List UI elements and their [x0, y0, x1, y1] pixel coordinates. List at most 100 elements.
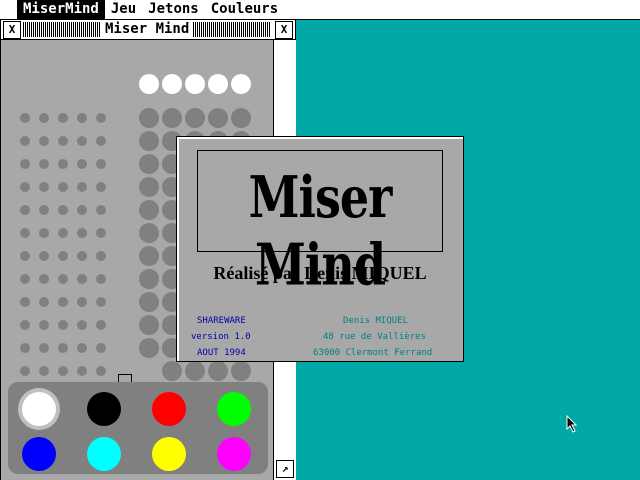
menu-couleurs[interactable]: Couleurs [205, 0, 284, 19]
score-hole [58, 343, 68, 353]
score-hole [39, 251, 49, 261]
guess-hole[interactable] [231, 361, 251, 381]
guess-hole[interactable] [139, 177, 159, 197]
score-hole [77, 343, 87, 353]
guess-hole[interactable] [139, 338, 159, 358]
date-label: AOUT 1994 [197, 348, 246, 358]
score-hole [58, 251, 68, 261]
score-hole [96, 274, 106, 284]
score-hole [58, 228, 68, 238]
score-hole [20, 274, 30, 284]
guess-hole[interactable] [162, 361, 182, 381]
score-hole [39, 113, 49, 123]
secret-peg [208, 74, 228, 94]
score-hole [77, 251, 87, 261]
score-hole [96, 228, 106, 238]
secret-peg [231, 74, 251, 94]
color-peg-icon[interactable] [87, 437, 121, 471]
guess-hole[interactable] [139, 292, 159, 312]
guess-hole[interactable] [139, 223, 159, 243]
score-hole [77, 366, 87, 376]
score-hole [77, 136, 87, 146]
about-dialog[interactable]: Miser Mind Réalisé par Denis MIQUEL SHAR… [176, 136, 464, 362]
score-hole [20, 251, 30, 261]
guess-hole[interactable] [139, 269, 159, 289]
window-titlebar[interactable]: X Miser Mind X [1, 20, 295, 40]
score-hole [58, 113, 68, 123]
color-peg-icon[interactable] [152, 392, 186, 426]
score-hole [77, 297, 87, 307]
score-hole [96, 366, 106, 376]
score-hole [20, 113, 30, 123]
score-hole [96, 320, 106, 330]
logo-box: Miser Mind [197, 150, 443, 298]
guess-hole[interactable] [208, 361, 228, 381]
score-hole [58, 297, 68, 307]
score-hole [77, 274, 87, 284]
score-hole [77, 320, 87, 330]
score-hole [39, 228, 49, 238]
guess-hole[interactable] [139, 108, 159, 128]
window-title: Miser Mind [101, 21, 194, 38]
score-hole [77, 205, 87, 215]
color-palette [8, 382, 268, 474]
score-hole [39, 182, 49, 192]
score-hole [39, 297, 49, 307]
menu-bar: MiserMind Jeu Jetons Couleurs [0, 0, 640, 20]
score-hole [77, 182, 87, 192]
guess-hole[interactable] [139, 200, 159, 220]
score-hole [20, 182, 30, 192]
score-hole [39, 274, 49, 284]
guess-hole[interactable] [139, 315, 159, 335]
guess-hole[interactable] [139, 246, 159, 266]
score-hole [58, 159, 68, 169]
score-hole [96, 136, 106, 146]
guess-hole[interactable] [185, 108, 205, 128]
score-hole [39, 320, 49, 330]
color-peg-icon[interactable] [152, 437, 186, 471]
close-box-icon[interactable]: X [3, 21, 21, 39]
score-hole [39, 366, 49, 376]
color-peg-icon[interactable] [87, 392, 121, 426]
menu-jetons[interactable]: Jetons [142, 0, 205, 19]
score-hole [20, 136, 30, 146]
menu-misermind[interactable]: MiserMind [17, 0, 105, 19]
version-label: version 1.0 [191, 332, 251, 342]
author-city: 63000 Clermont Ferrand [313, 348, 433, 358]
guess-hole[interactable] [139, 131, 159, 151]
color-peg-icon[interactable] [217, 437, 251, 471]
score-hole [96, 159, 106, 169]
score-hole [20, 320, 30, 330]
color-peg-icon[interactable] [22, 392, 56, 426]
score-hole [96, 182, 106, 192]
score-hole [77, 113, 87, 123]
secret-peg [162, 74, 182, 94]
score-hole [96, 251, 106, 261]
score-hole [96, 297, 106, 307]
score-hole [20, 205, 30, 215]
author-credit: Réalisé par Denis MIQUEL [213, 263, 427, 283]
score-hole [20, 228, 30, 238]
guess-hole[interactable] [162, 108, 182, 128]
guess-hole[interactable] [139, 154, 159, 174]
score-hole [39, 136, 49, 146]
color-peg-icon[interactable] [217, 392, 251, 426]
score-hole [20, 343, 30, 353]
score-hole [58, 182, 68, 192]
score-hole [20, 297, 30, 307]
shareware-label: SHAREWARE [197, 316, 246, 326]
author-name: Denis MIQUEL [343, 316, 409, 326]
score-hole [96, 343, 106, 353]
score-hole [39, 159, 49, 169]
guess-hole[interactable] [208, 108, 228, 128]
guess-hole[interactable] [185, 361, 205, 381]
secret-peg [185, 74, 205, 94]
menu-jeu[interactable]: Jeu [105, 0, 142, 19]
color-peg-icon[interactable] [22, 437, 56, 471]
score-hole [20, 366, 30, 376]
score-hole [58, 136, 68, 146]
score-hole [77, 228, 87, 238]
resize-icon[interactable]: ↗ [276, 460, 294, 478]
full-box-icon[interactable]: X [275, 21, 293, 39]
guess-hole[interactable] [231, 108, 251, 128]
